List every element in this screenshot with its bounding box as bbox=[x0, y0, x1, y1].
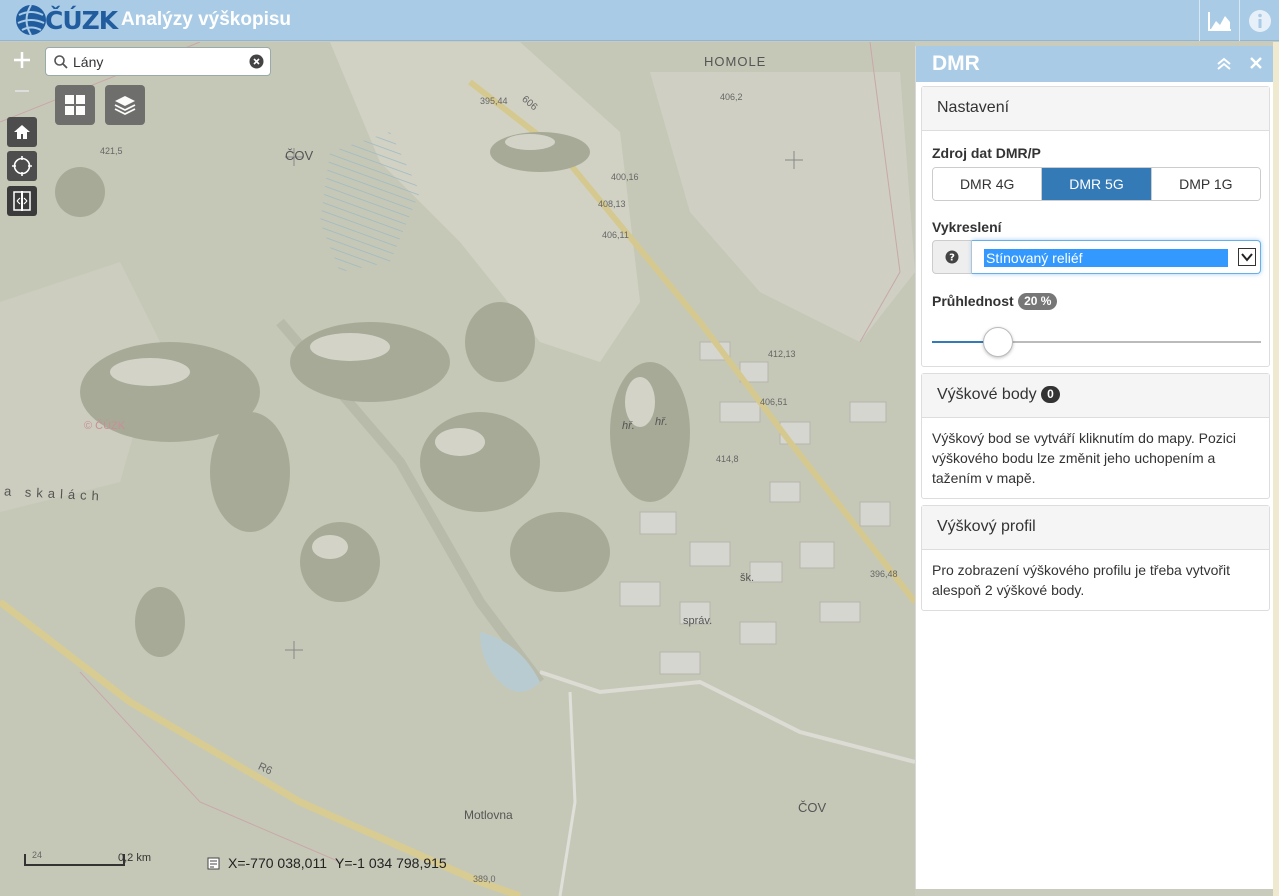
coord-x: X=-770 038,011 bbox=[228, 855, 327, 871]
map-watermark: © ČÚZK bbox=[84, 420, 126, 432]
map-elevation: 406,2 bbox=[720, 92, 743, 102]
opacity-slider[interactable] bbox=[932, 327, 1261, 357]
map-elevation: 395,44 bbox=[480, 96, 508, 106]
render-group: ? Stínovaný reliéf bbox=[932, 240, 1261, 274]
map-elevation: 421,5 bbox=[100, 146, 123, 156]
points-text: Výškový bod se vytváří kliknutím do mapy… bbox=[932, 430, 1236, 486]
map-label-cov: ČOV bbox=[285, 148, 314, 163]
map-label-motlovna: Motlovna bbox=[464, 808, 513, 822]
points-heading[interactable]: Výškové body 0 bbox=[922, 374, 1269, 418]
map-label: šk. bbox=[740, 572, 755, 584]
search-box bbox=[45, 47, 271, 76]
coord-y: Y=-1 034 798,915 bbox=[335, 855, 447, 871]
scale-label: 0,2 km bbox=[118, 852, 152, 864]
coordinates-icon bbox=[207, 857, 220, 869]
clear-icon[interactable] bbox=[249, 54, 264, 69]
chart-area-button[interactable] bbox=[1199, 0, 1239, 41]
map-elevation: 400,16 bbox=[611, 172, 639, 182]
points-card: Výškové body 0 Výškový bod se vytváří kl… bbox=[921, 373, 1270, 499]
home-button[interactable] bbox=[7, 117, 37, 147]
zoom-in-button[interactable] bbox=[7, 45, 37, 75]
profile-heading[interactable]: Výškový profil bbox=[922, 506, 1269, 550]
source-dmp1g-button[interactable]: DMP 1G bbox=[1151, 168, 1260, 200]
info-icon bbox=[1248, 9, 1271, 32]
app-header: ČÚZK Analýzy výškopisu bbox=[0, 0, 1279, 41]
points-heading-label: Výškové body bbox=[937, 386, 1037, 403]
panel-title: DMR bbox=[932, 52, 980, 75]
map-elevation: 406,11 bbox=[602, 230, 629, 240]
map-label-cov: ČOV bbox=[798, 800, 827, 815]
source-dmr4g-button[interactable]: DMR 4G bbox=[933, 168, 1043, 200]
map-elevation: 396,48 bbox=[870, 569, 898, 579]
map-label: hř. bbox=[655, 416, 668, 428]
map-elevation: 412,13 bbox=[768, 349, 796, 359]
chevron-down-icon bbox=[1238, 248, 1256, 266]
source-dmr5g-button[interactable]: DMR 5G bbox=[1042, 168, 1152, 200]
layers-button[interactable] bbox=[105, 85, 145, 125]
zoom-out-icon bbox=[15, 90, 29, 92]
compare-icon bbox=[13, 191, 31, 211]
opacity-label: Průhlednost bbox=[932, 293, 1014, 309]
render-label: Vykreslení bbox=[932, 219, 1002, 235]
map-label: správ. bbox=[683, 615, 713, 627]
logo-text: ČÚZK bbox=[45, 5, 118, 35]
hillshade-map bbox=[0, 42, 915, 896]
layers-icon bbox=[114, 96, 136, 116]
globe-logo-icon bbox=[16, 4, 46, 36]
zoom-in-icon bbox=[14, 52, 30, 68]
settings-heading[interactable]: Nastavení bbox=[922, 87, 1269, 131]
question-icon: ? bbox=[945, 250, 959, 264]
zoom-out-button[interactable] bbox=[7, 76, 37, 106]
profile-text: Pro zobrazení výškového profilu je třeba… bbox=[932, 562, 1231, 598]
scale-bar bbox=[24, 854, 125, 866]
cuzk-logo[interactable]: ČÚZK bbox=[14, 3, 118, 37]
header-actions bbox=[1199, 0, 1279, 41]
compare-button[interactable] bbox=[7, 186, 37, 216]
grid-button[interactable] bbox=[55, 85, 95, 125]
opacity-row: Průhlednost 20 % bbox=[932, 293, 1058, 311]
grid-icon bbox=[65, 95, 85, 115]
settings-card: Nastavení Zdroj dat DMR/P DMR 4G DMR 5G … bbox=[921, 86, 1270, 367]
render-select[interactable]: Stínovaný reliéf bbox=[972, 240, 1261, 274]
collapse-up-icon[interactable] bbox=[1215, 55, 1233, 73]
map-label: hř. bbox=[622, 420, 635, 432]
search-input[interactable] bbox=[73, 52, 243, 72]
render-select-value: Stínovaný reliéf bbox=[984, 249, 1228, 267]
source-label: Zdroj dat DMR/P bbox=[932, 145, 1041, 161]
map-elevation: 414,8 bbox=[716, 454, 739, 464]
home-icon bbox=[14, 125, 30, 139]
panel-header: DMR bbox=[916, 46, 1273, 82]
opacity-badge: 20 % bbox=[1018, 293, 1058, 311]
svg-text:?: ? bbox=[949, 253, 955, 264]
profile-card: Výškový profil Pro zobrazení výškového p… bbox=[921, 505, 1270, 611]
close-icon[interactable] bbox=[1246, 53, 1266, 73]
map-canvas[interactable]: HOMOLE ČOV ČOV a skalách Motlovna © ČÚZK… bbox=[0, 42, 915, 896]
map-elevation: 406,51 bbox=[760, 397, 788, 407]
coordinates-readout: X=-770 038,011 Y=-1 034 798,915 bbox=[207, 855, 447, 871]
opacity-slider-handle[interactable] bbox=[983, 327, 1013, 357]
source-selector: DMR 4G DMR 5G DMP 1G bbox=[932, 167, 1261, 201]
map-edge-strip bbox=[1273, 42, 1279, 896]
locate-icon bbox=[12, 156, 32, 176]
dmr-panel: DMR Nastavení Zdroj dat DMR/P DMR 4G DMR… bbox=[915, 46, 1273, 889]
chart-area-icon bbox=[1207, 11, 1231, 31]
info-button[interactable] bbox=[1239, 0, 1279, 41]
map-label-homole: HOMOLE bbox=[704, 54, 767, 69]
map-elevation: 408,13 bbox=[598, 199, 626, 209]
help-button[interactable]: ? bbox=[932, 240, 972, 274]
map-elevation: 389,0 bbox=[473, 874, 496, 884]
search-icon bbox=[54, 55, 68, 69]
app-title: Analýzy výškopisu bbox=[121, 9, 292, 30]
points-count-badge: 0 bbox=[1041, 386, 1060, 404]
locate-button[interactable] bbox=[7, 151, 37, 181]
